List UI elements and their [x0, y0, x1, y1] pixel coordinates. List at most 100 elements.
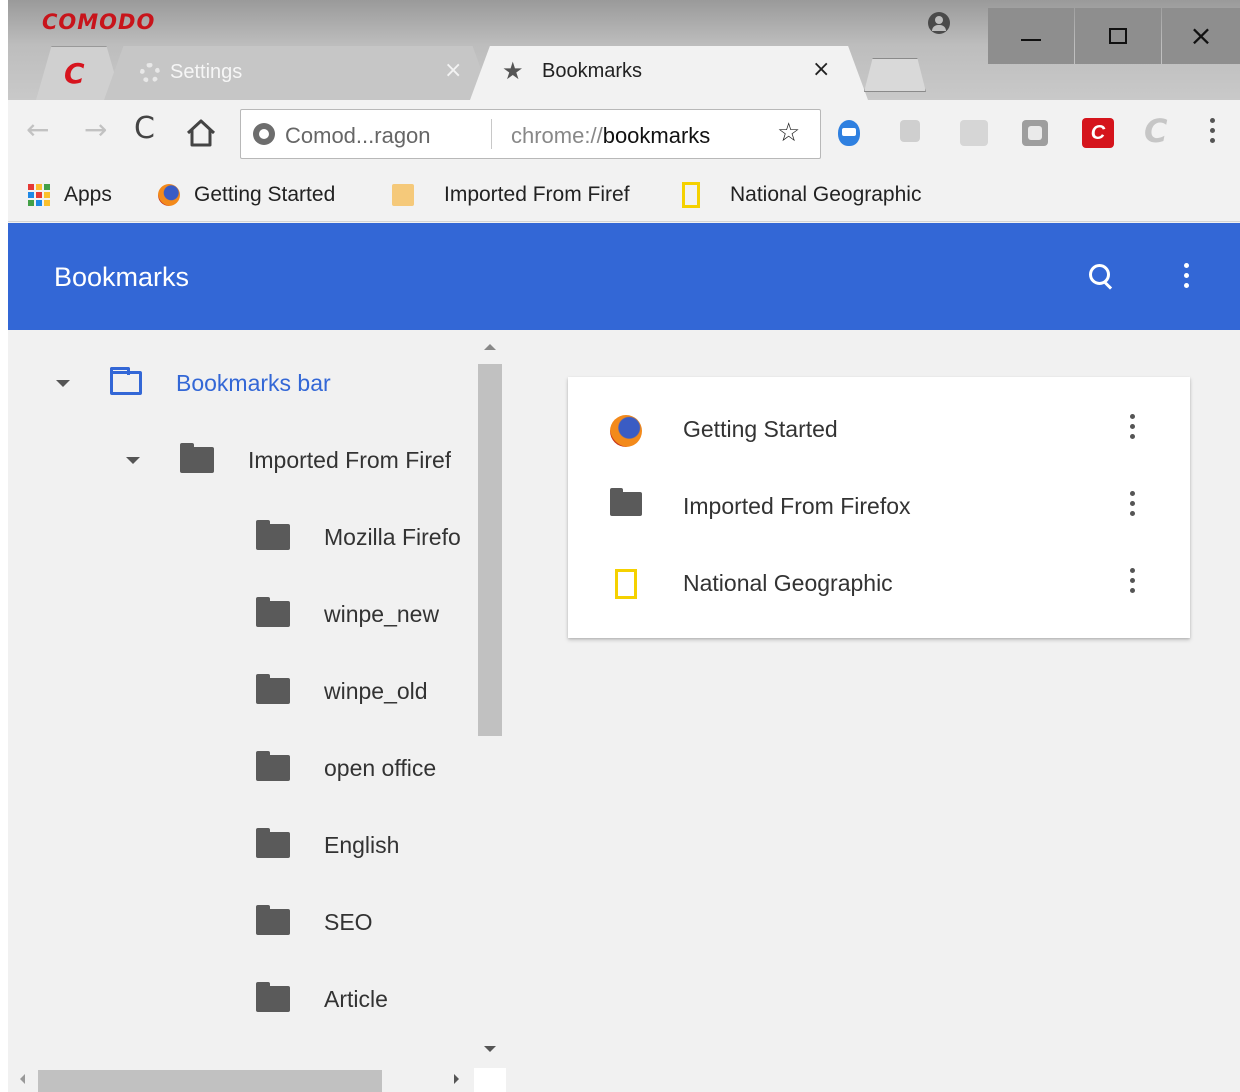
scroll-up-icon[interactable]: [484, 344, 496, 350]
home-button[interactable]: [184, 116, 218, 150]
item-more-button[interactable]: [1130, 568, 1136, 598]
bookmark-list: Getting Started Imported From Firefox Na…: [568, 377, 1190, 638]
folder-icon: [610, 488, 642, 516]
comodo-c-icon: C: [64, 57, 85, 90]
tree-item-winpe-new[interactable]: winpe_new: [256, 594, 439, 634]
url-path: bookmarks: [602, 123, 711, 148]
list-item-label: Imported From Firefox: [683, 493, 911, 519]
back-button[interactable]: ←: [26, 116, 49, 144]
tree-vertical-scrollbar[interactable]: [478, 340, 502, 1055]
collapse-caret-icon[interactable]: [56, 379, 70, 387]
folder-icon: [392, 184, 414, 206]
scrollbar-thumb[interactable]: [38, 1070, 382, 1092]
site-info-icon[interactable]: [253, 123, 275, 145]
list-item[interactable]: Getting Started: [568, 392, 1190, 468]
tree-item-label: Imported From Firef: [248, 446, 452, 473]
more-options-button[interactable]: [1184, 263, 1190, 291]
address-bar[interactable]: Comod...ragon chrome://bookmarks ☆: [240, 109, 821, 159]
extension-comodo-gray-icon[interactable]: C: [1144, 112, 1174, 150]
url-text: chrome://bookmarks: [511, 123, 710, 149]
star-icon: ★: [502, 57, 524, 85]
address-divider: [491, 119, 492, 149]
folder-icon: [256, 751, 290, 781]
bookmarks-bar-natgeo[interactable]: National Geographic: [682, 180, 921, 210]
tree-item-bookmarks-bar[interactable]: Bookmarks bar: [56, 363, 331, 403]
folder-icon: [256, 982, 290, 1012]
list-item[interactable]: Imported From Firefox: [568, 469, 1190, 545]
folder-icon: [180, 443, 214, 473]
scroll-left-icon[interactable]: [20, 1074, 25, 1084]
toolbar: ← → C Comod...ragon chrome://bookmarks ☆…: [8, 100, 1240, 170]
folder-icon: [256, 674, 290, 704]
gear-icon: [140, 63, 160, 83]
bookmarks-bar: Apps Getting Started Imported From Firef…: [8, 170, 1240, 222]
tree-item-english[interactable]: English: [256, 825, 399, 865]
home-icon: [186, 119, 216, 147]
forward-button[interactable]: →: [84, 116, 107, 144]
tree-horizontal-scrollbar[interactable]: [8, 1066, 506, 1092]
close-window-button[interactable]: ×: [1162, 8, 1240, 64]
bookmarks-header: Bookmarks: [8, 223, 1240, 330]
collapse-caret-icon[interactable]: [126, 456, 140, 464]
scroll-right-icon[interactable]: [454, 1074, 459, 1084]
tree-item-label: Article: [324, 985, 388, 1012]
tab-settings[interactable]: Settings ×: [104, 46, 492, 100]
folder-tree: Bookmarks bar Imported From Firef Mozill…: [8, 330, 504, 1060]
item-more-button[interactable]: [1130, 491, 1136, 521]
folder-icon: [256, 828, 290, 858]
tree-item-mozilla[interactable]: Mozilla Firefo: [256, 517, 461, 557]
folder-icon: [256, 597, 290, 627]
apps-grid-icon: [28, 184, 50, 206]
extension-comodo-icon[interactable]: C: [1082, 118, 1114, 148]
tree-item-label: Bookmarks bar: [176, 369, 331, 396]
bookmarks-bar-apps[interactable]: Apps: [28, 180, 112, 210]
tab-bookmarks-label: Bookmarks: [542, 60, 643, 82]
bookmarks-bar-natgeo-label: National Geographic: [730, 183, 922, 206]
tree-item-winpe-old[interactable]: winpe_old: [256, 671, 428, 711]
tree-item-open-office[interactable]: open office: [256, 748, 436, 788]
open-folder-icon: [110, 367, 142, 395]
minimize-icon: [1021, 39, 1041, 41]
bookmarks-bar-imported-folder[interactable]: Imported From Firef: [392, 180, 656, 210]
bookmarks-bar-getting-started-label: Getting Started: [194, 183, 336, 206]
bookmark-star-button[interactable]: ☆: [777, 118, 800, 148]
bookmarks-bar-imported-label: Imported From Firef: [444, 183, 630, 206]
tab-settings-label: Settings: [170, 61, 243, 83]
tree-item-label: winpe_old: [324, 677, 428, 704]
browser-menu-button[interactable]: [1210, 118, 1216, 148]
tree-item-label: English: [324, 831, 400, 858]
maximize-icon: [1109, 28, 1127, 44]
extension-dice-icon[interactable]: [1022, 120, 1048, 146]
firefox-icon: [610, 415, 642, 447]
reload-button[interactable]: C: [134, 114, 155, 144]
tree-item-article[interactable]: Article: [256, 979, 388, 1019]
new-tab-button[interactable]: [864, 58, 926, 92]
bookmarks-bar-getting-started[interactable]: Getting Started: [158, 180, 335, 210]
bookmarks-content: Bookmarks bar Imported From Firef Mozill…: [8, 330, 1240, 1092]
profile-icon[interactable]: [928, 12, 950, 34]
browser-window: COMODO × C Settings × ★ Bookmarks × ← → …: [8, 0, 1240, 1092]
tree-item-label: SEO: [324, 908, 373, 935]
extension-shield-icon[interactable]: [838, 120, 860, 146]
extension-lock-icon[interactable]: [900, 120, 920, 142]
bookmarks-bar-apps-label: Apps: [64, 183, 112, 206]
url-scheme: chrome://: [511, 123, 603, 148]
title-bar: COMODO × C Settings × ★ Bookmarks ×: [8, 0, 1240, 100]
list-item[interactable]: National Geographic: [568, 546, 1190, 622]
tree-item-imported[interactable]: Imported From Firef: [126, 440, 451, 480]
tab-settings-close-icon[interactable]: ×: [444, 58, 462, 83]
tab-bookmarks[interactable]: ★ Bookmarks ×: [470, 46, 868, 100]
tab-bookmarks-close-icon[interactable]: ×: [812, 57, 830, 82]
folder-icon: [256, 520, 290, 550]
maximize-button[interactable]: [1075, 8, 1161, 64]
tree-item-seo[interactable]: SEO: [256, 902, 373, 942]
search-icon[interactable]: [1088, 263, 1116, 291]
item-more-button[interactable]: [1130, 414, 1136, 444]
extension-download-icon[interactable]: [960, 120, 988, 146]
scroll-down-icon[interactable]: [484, 1046, 496, 1052]
minimize-button[interactable]: [988, 8, 1074, 64]
firefox-icon: [158, 184, 180, 206]
tree-item-label: winpe_new: [324, 600, 440, 627]
scrollbar-thumb[interactable]: [478, 364, 502, 736]
folder-icon: [256, 905, 290, 935]
